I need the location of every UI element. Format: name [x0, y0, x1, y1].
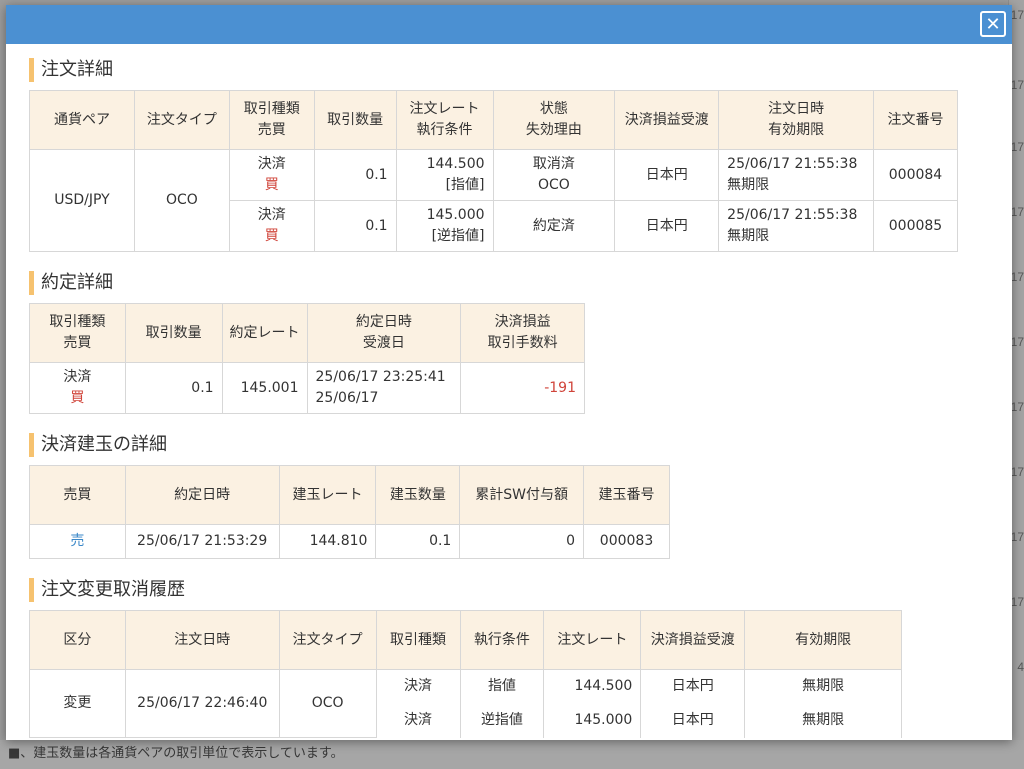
- col-header: 取引種類 売買: [29, 303, 126, 363]
- settlement-currency: 日本円: [614, 149, 720, 201]
- position-detail-table: 売買 約定日時 建玉レート 建玉数量 累計SW付与額 建玉番号 売 25/06/…: [29, 465, 670, 559]
- history-header-row: 区分 注文日時 注文タイプ 取引種類 執行条件 注文レート 決済損益受渡 有効期…: [29, 610, 902, 670]
- col-header: 取引種類: [375, 610, 461, 670]
- history-expiry: 無期限: [744, 669, 902, 704]
- history-rate: 144.500: [543, 669, 642, 704]
- trade-quantity: 0.1: [313, 200, 397, 252]
- col-header: 注文レート 執行条件: [395, 90, 494, 150]
- history-trade-kind: 決済: [375, 669, 461, 704]
- order-datetime: 25/06/17 21:55:38 無期限: [718, 200, 874, 252]
- col-header: 約定レート: [221, 303, 308, 363]
- close-button[interactable]: ✕: [980, 11, 1006, 37]
- col-header: 建玉レート: [278, 465, 377, 525]
- position-swap: 0: [459, 524, 585, 559]
- trade-kind-side: 決済買: [228, 200, 315, 252]
- col-header: 状態 失効理由: [492, 90, 616, 150]
- col-header: 通貨ペア: [29, 90, 135, 150]
- execution-datetime: 25/06/17 23:25:41 25/06/17: [306, 362, 462, 414]
- col-header: 取引種類 売買: [228, 90, 315, 150]
- order-state: 約定済: [492, 200, 616, 252]
- col-header: 約定日時: [124, 465, 280, 525]
- history-rate: 145.000: [543, 703, 642, 738]
- col-header: 売買: [29, 465, 126, 525]
- col-header: 区分: [29, 610, 126, 670]
- col-header: 有効期限: [744, 610, 902, 670]
- table-row: 売 25/06/17 21:53:29 144.810 0.1 0 000083: [29, 524, 670, 559]
- order-datetime: 25/06/17 21:55:38 無期限: [718, 149, 874, 201]
- col-header: 決済損益受渡: [614, 90, 720, 150]
- order-rate: 145.000 [逆指値]: [395, 200, 494, 252]
- col-header: 取引数量: [124, 303, 223, 363]
- trade-kind-side: 決済買: [29, 362, 126, 414]
- currency-pair: USD/JPY: [29, 149, 135, 252]
- table-row: 決済買 0.1 145.001 25/06/17 23:25:41 25/06/1…: [29, 362, 585, 414]
- history-order-type: OCO: [278, 669, 377, 738]
- col-header: 決済損益受渡: [640, 610, 746, 670]
- section-title-order-detail: 注文詳細: [29, 58, 1012, 82]
- position-quantity: 0.1: [375, 524, 461, 559]
- history-condition: 指値: [459, 669, 545, 704]
- history-condition: 逆指値: [459, 703, 545, 738]
- col-header: 注文日時: [124, 610, 280, 670]
- history-trade-kind: 決済: [375, 703, 461, 738]
- history-table: 区分 注文日時 注文タイプ 取引種類 執行条件 注文レート 決済損益受渡 有効期…: [29, 610, 902, 738]
- modal-header: ✕: [6, 5, 1012, 44]
- col-header: 累計SW付与額: [459, 465, 585, 525]
- history-category: 変更: [29, 669, 126, 738]
- settlement-currency: 日本円: [614, 200, 720, 252]
- order-number: 000084: [872, 149, 959, 201]
- execution-detail-table: 取引種類 売買 取引数量 約定レート 約定日時 受渡日 決済損益 取引手数料 決済買 …: [29, 303, 585, 414]
- history-expiry: 無期限: [744, 703, 902, 738]
- trade-quantity: 0.1: [124, 362, 223, 414]
- execution-rate: 145.001: [221, 362, 308, 414]
- order-state: 取消済 OCO: [492, 149, 616, 201]
- col-header: 建玉数量: [375, 465, 461, 525]
- settlement-pnl: -191: [460, 362, 585, 414]
- col-header: 執行条件: [459, 610, 545, 670]
- position-number: 000083: [583, 524, 670, 559]
- col-header: 約定日時 受渡日: [306, 303, 462, 363]
- section-title-position-detail: 決済建玉の詳細: [29, 433, 1012, 457]
- position-side: 売: [29, 524, 126, 559]
- col-header: 決済損益 取引手数料: [460, 303, 585, 363]
- order-detail-table: 通貨ペア 注文タイプ 取引種類 売買 取引数量 注文レート 執行条件 状態 失効理由 …: [29, 90, 959, 252]
- section-title-execution-detail: 約定詳細: [29, 271, 1012, 295]
- col-header: 建玉番号: [583, 465, 670, 525]
- table-row: 変更 25/06/17 22:46:40 OCO 決済 指値 144.500 日…: [29, 669, 902, 738]
- execution-header-row: 取引種類 売買 取引数量 約定レート 約定日時 受渡日 決済損益 取引手数料: [29, 303, 585, 363]
- order-type: OCO: [133, 149, 230, 252]
- order-rate: 144.500 [指値]: [395, 149, 494, 201]
- col-header: 注文番号: [872, 90, 959, 150]
- position-rate: 144.810: [278, 524, 377, 559]
- col-header: 注文レート: [543, 610, 642, 670]
- modal-body: 注文詳細 通貨ペア 注文タイプ 取引種類 売買 取引数量 注文レート 執行条件 状態…: [6, 44, 1012, 738]
- position-header-row: 売買 約定日時 建玉レート 建玉数量 累計SW付与額 建玉番号: [29, 465, 670, 525]
- order-detail-modal: ✕ 注文詳細 通貨ペア 注文タイプ 取引種類 売買 取引数量 注文レート 執行条件 …: [6, 5, 1012, 740]
- history-settlement: 日本円: [640, 703, 746, 738]
- col-header: 注文タイプ: [278, 610, 377, 670]
- trade-quantity: 0.1: [313, 149, 397, 201]
- col-header: 注文日時 有効期限: [718, 90, 874, 150]
- order-number: 000085: [872, 200, 959, 252]
- trade-kind-side: 決済買: [228, 149, 315, 201]
- col-header: 注文タイプ: [133, 90, 230, 150]
- position-datetime: 25/06/17 21:53:29: [124, 524, 280, 559]
- table-row: USD/JPY OCO 決済買 0.1 144.500 [指値] 取消済 OCO 日…: [29, 149, 959, 252]
- history-settlement: 日本円: [640, 669, 746, 704]
- history-datetime: 25/06/17 22:46:40: [124, 669, 280, 738]
- order-detail-header-row: 通貨ペア 注文タイプ 取引種類 売買 取引数量 注文レート 執行条件 状態 失効理由 …: [29, 90, 959, 150]
- col-header: 取引数量: [313, 90, 397, 150]
- section-title-history: 注文変更取消履歴: [29, 578, 1012, 602]
